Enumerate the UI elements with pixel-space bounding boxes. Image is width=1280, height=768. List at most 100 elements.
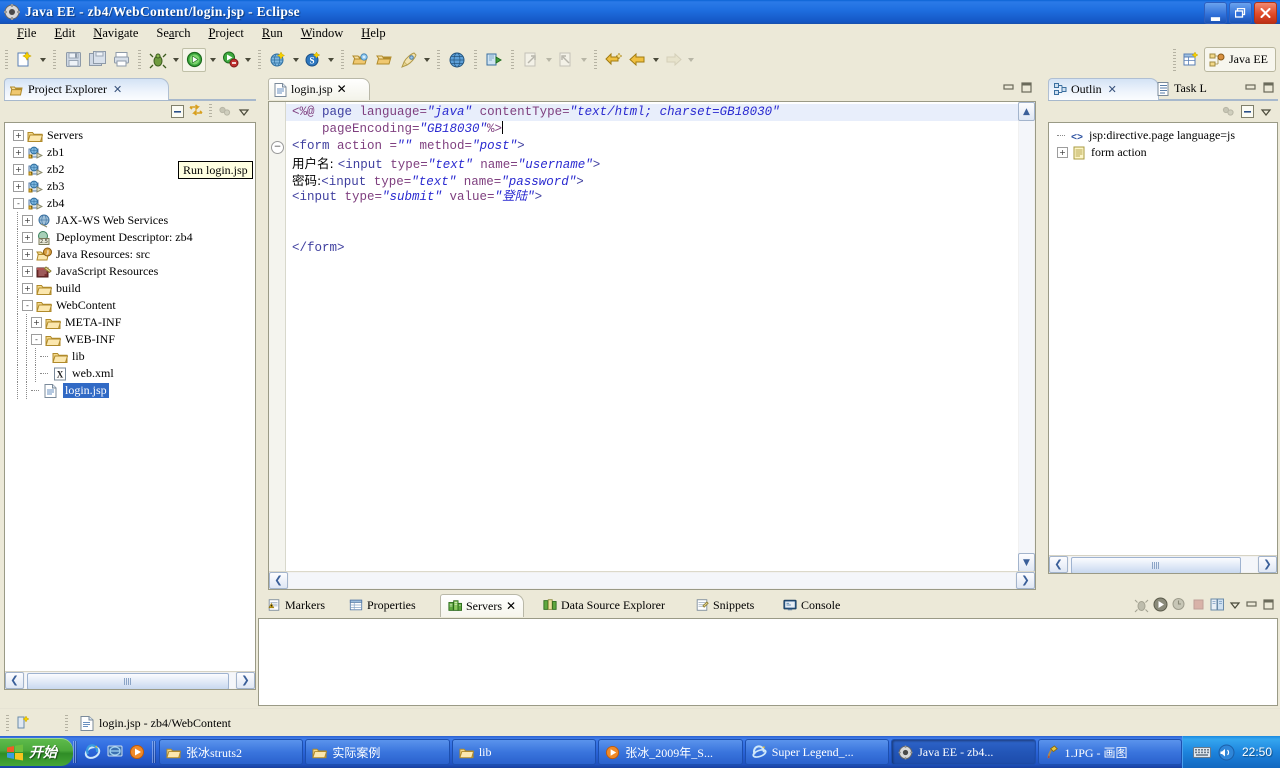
run-icon[interactable] — [182, 48, 206, 72]
close-button[interactable] — [1254, 2, 1277, 24]
print-icon[interactable] — [110, 49, 132, 71]
launch-dropdown[interactable] — [421, 49, 432, 71]
tree-item-login-jsp[interactable]: login.jsp — [5, 382, 255, 399]
outline-hscrollbar[interactable]: ❮ ❯ — [1049, 555, 1277, 573]
outline-item[interactable]: +form action — [1049, 144, 1277, 161]
stop-server-icon[interactable] — [1190, 596, 1207, 613]
save-all-icon[interactable] — [86, 49, 108, 71]
tab-task-list[interactable]: Task L — [1152, 78, 1241, 99]
code-line[interactable]: 用户名: <input type="text" name="username"> — [286, 155, 1018, 172]
tree-item-zb4[interactable]: -!zb4 — [5, 195, 255, 212]
scroll-right-button[interactable]: ❯ — [1258, 556, 1277, 573]
tree-item-build[interactable]: +build — [5, 280, 255, 297]
volume-icon[interactable] — [1218, 744, 1235, 761]
launch-icon[interactable] — [398, 49, 420, 71]
servers-panel-body[interactable] — [258, 618, 1278, 706]
project-explorer-hscrollbar[interactable]: ❮ ❯ — [5, 671, 255, 689]
taskbar-button[interactable]: 实际案例 — [305, 739, 449, 765]
forward-icon[interactable] — [662, 49, 684, 71]
project-tree[interactable]: +Servers+!zb1+!zb2+!zb3-!zb4+JAX-WS Web … — [5, 123, 255, 689]
scroll-right-button[interactable]: ❯ — [1016, 572, 1035, 589]
scroll-up-button[interactable]: ▲ — [1018, 102, 1035, 121]
tree-item-javascript-resources[interactable]: +JavaScript Resources — [5, 263, 255, 280]
code-line[interactable]: <%@ page language="java" contentType="te… — [286, 104, 1018, 121]
previous-annotation-icon[interactable] — [555, 49, 577, 71]
folding-margin[interactable]: − — [269, 102, 286, 572]
close-icon[interactable]: ✕ — [506, 599, 516, 614]
tree-item-web-xml[interactable]: Xweb.xml — [5, 365, 255, 382]
deploy-icon[interactable] — [483, 49, 505, 71]
scroll-left-button[interactable]: ❮ — [269, 572, 288, 589]
scroll-down-button[interactable]: ▼ — [1018, 553, 1035, 572]
minimize-button[interactable]: ▂ — [1204, 2, 1227, 24]
tree-expand-icon[interactable]: + — [22, 249, 33, 260]
taskbar-button[interactable]: 张冰struts2 — [159, 739, 303, 765]
tree-expand-icon[interactable]: + — [31, 317, 42, 328]
new-struts-dropdown[interactable] — [325, 49, 336, 71]
tree-item-webcontent[interactable]: -WebContent — [5, 297, 255, 314]
tree-item-deployment-descriptor-zb4[interactable]: +2.5Deployment Descriptor: zb4 — [5, 229, 255, 246]
scroll-left-button[interactable]: ❮ — [1049, 556, 1068, 573]
code-line[interactable]: pageEncoding="GB18030"%> — [286, 121, 1018, 138]
debug-dropdown[interactable] — [170, 49, 181, 71]
debug-server-icon[interactable] — [1133, 596, 1150, 613]
hscroll-thumb[interactable] — [1071, 557, 1241, 574]
code-line[interactable] — [286, 223, 1018, 240]
tab-data-source-explorer[interactable]: Data Source Explorer — [536, 594, 672, 616]
start-server-icon[interactable] — [1152, 596, 1169, 613]
view-menu-icon[interactable] — [1257, 103, 1275, 120]
view-menu-overflow-icon[interactable] — [216, 103, 234, 120]
scroll-left-button[interactable]: ❮ — [5, 672, 24, 689]
tree-expand-icon[interactable]: + — [13, 147, 24, 158]
new-wizard-dropdown[interactable] — [37, 49, 48, 71]
tree-expand-icon[interactable]: + — [13, 130, 24, 141]
taskbar-button[interactable]: Super Legend_... — [745, 739, 889, 765]
link-with-editor-icon[interactable] — [187, 103, 205, 120]
minimize-icon[interactable] — [1001, 80, 1016, 95]
menu-edit[interactable]: Edit — [45, 25, 84, 42]
tab-snippets[interactable]: Snippets — [688, 594, 761, 616]
tab-markers[interactable]: Markers — [260, 594, 332, 616]
open-folder-icon[interactable] — [374, 49, 396, 71]
start-button[interactable]: 开始 — [0, 738, 73, 766]
hscroll-track[interactable] — [25, 673, 235, 688]
tree-collapse-icon[interactable]: - — [31, 334, 42, 345]
open-perspective-icon[interactable] — [1180, 49, 1202, 71]
tab-project-explorer[interactable]: Project Explorer ✕ — [4, 78, 169, 100]
new-wizard-icon[interactable] — [14, 49, 36, 71]
restore-button[interactable] — [1229, 2, 1252, 24]
code-area[interactable]: <%@ page language="java" contentType="te… — [286, 102, 1018, 572]
taskbar-button[interactable]: 张冰_2009年_S... — [598, 739, 742, 765]
hscroll-track[interactable] — [289, 573, 1015, 588]
taskbar-button[interactable]: 1.JPG - 画图 — [1038, 739, 1182, 765]
next-annotation-dropdown[interactable] — [543, 49, 554, 71]
previous-annotation-dropdown[interactable] — [578, 49, 589, 71]
menu-navigate[interactable]: Navigate — [84, 25, 147, 42]
menu-help[interactable]: Help — [352, 25, 394, 42]
tree-collapse-icon[interactable]: - — [22, 300, 33, 311]
save-icon[interactable] — [62, 49, 84, 71]
code-line[interactable]: 密码:<input type="text" name="password"> — [286, 172, 1018, 189]
publish-icon[interactable] — [1209, 596, 1226, 613]
maximize-icon[interactable] — [1261, 597, 1276, 612]
maximize-icon[interactable] — [1261, 80, 1276, 95]
tree-expand-icon[interactable]: + — [13, 164, 24, 175]
tree-item-web-inf[interactable]: -WEB-INF — [5, 331, 255, 348]
tab-login-jsp[interactable]: login.jsp ✕ — [268, 78, 370, 100]
tree-collapse-icon[interactable]: - — [13, 198, 24, 209]
menu-project[interactable]: Project — [199, 25, 252, 42]
hscroll-thumb[interactable] — [27, 673, 229, 690]
tree-item-jax-ws-web-services[interactable]: +JAX-WS Web Services — [5, 212, 255, 229]
keyboard-icon[interactable] — [1193, 746, 1211, 759]
editor-vscrollbar[interactable]: ▲ ▼ — [1018, 102, 1035, 572]
tree-item-zb3[interactable]: +!zb3 — [5, 178, 255, 195]
vscroll-track[interactable] — [1019, 121, 1034, 553]
tree-expand-icon[interactable]: + — [13, 181, 24, 192]
globe-icon[interactable] — [446, 49, 468, 71]
code-line[interactable]: <form action ="" method="post"> — [286, 138, 1018, 155]
new-struts-icon[interactable]: S — [302, 49, 324, 71]
media-player-icon[interactable] — [129, 744, 145, 760]
outline-item[interactable]: <>jsp:directive.page language=js — [1049, 127, 1277, 144]
taskbar-button[interactable]: lib — [452, 739, 596, 765]
run-external-tools-icon[interactable] — [219, 49, 241, 71]
